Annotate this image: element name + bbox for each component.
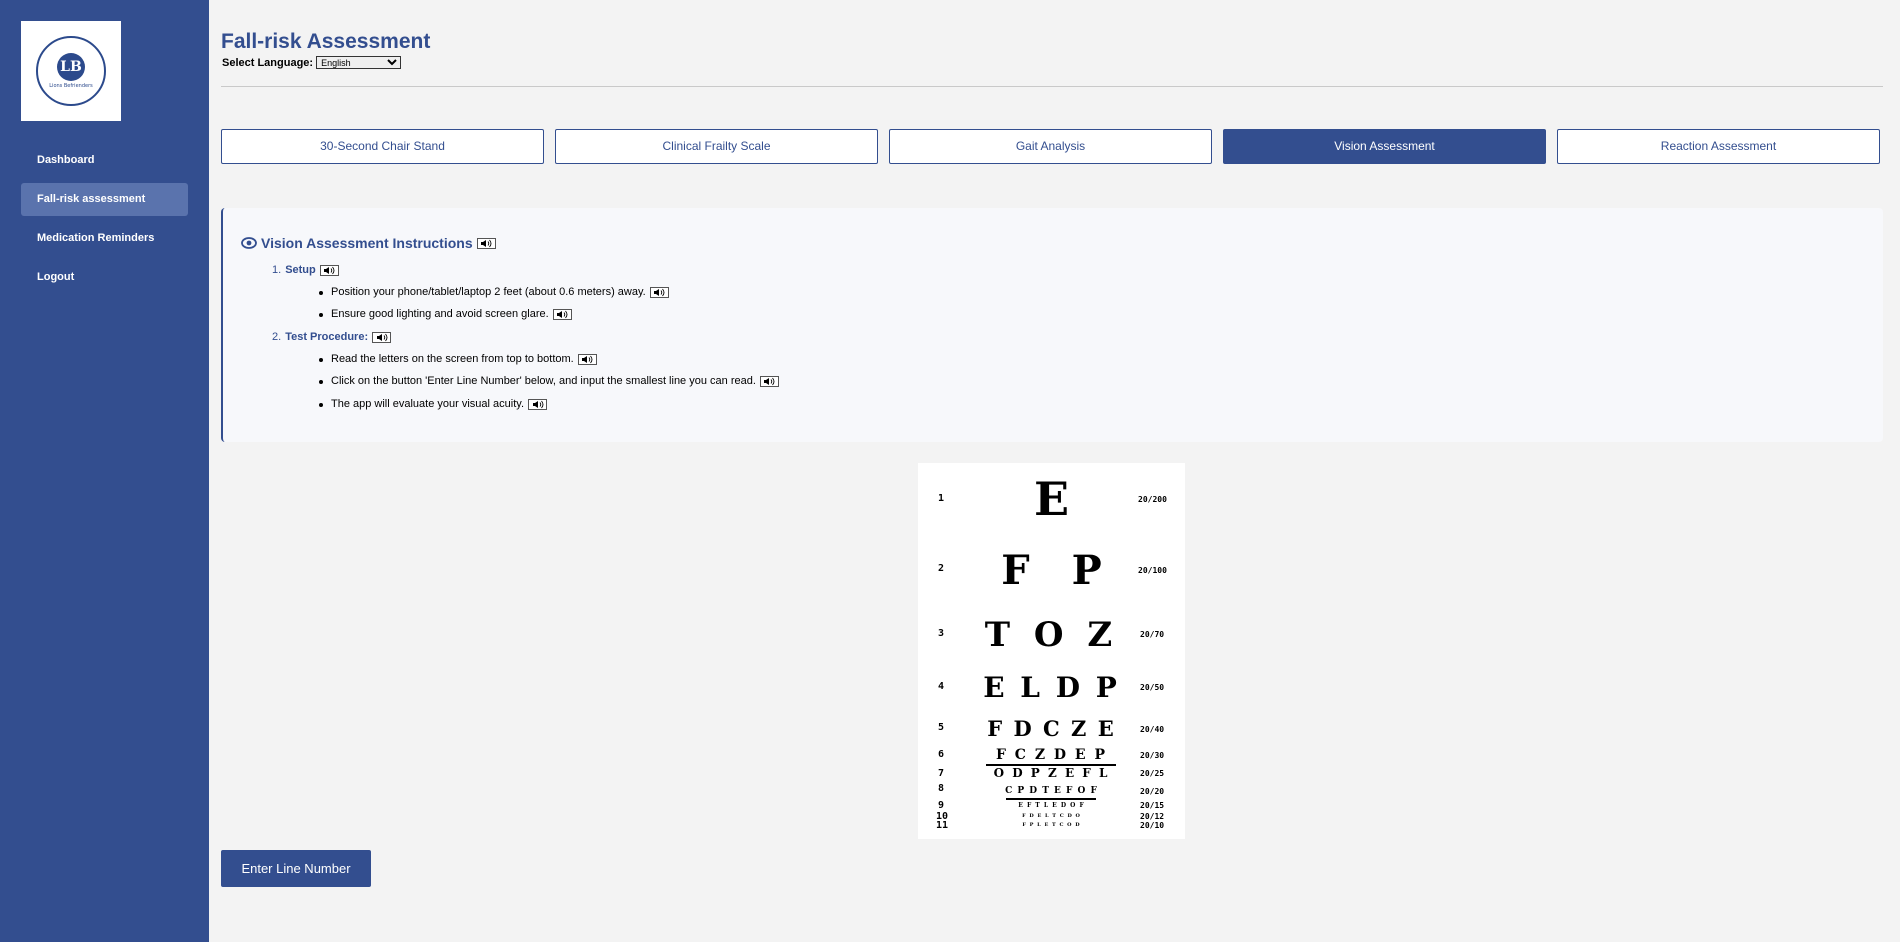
row-acuity: 20/10: [1140, 821, 1165, 830]
chart-divider-line: [1006, 798, 1096, 800]
language-row: Select Language: English: [222, 56, 402, 69]
row-acuity: 20/70: [1140, 630, 1165, 639]
bullet-text: Click on the button 'Enter Line Number' …: [331, 375, 756, 387]
bullet-text: Read the letters on the screen from top …: [331, 353, 574, 365]
speaker-button[interactable]: [528, 398, 548, 410]
instruction-bullet: The app will evaluate your visual acuity…: [318, 398, 548, 410]
row-acuity: 20/50: [1140, 683, 1165, 692]
eye-icon: [241, 237, 257, 249]
chart-row-1: 1 E 20/200: [918, 476, 1185, 522]
chart-row-6: 6 F C Z D E P 20/30: [918, 747, 1185, 763]
chart-row-11: 11 F P L E T C O D 20/10: [918, 820, 1185, 831]
header-divider: [221, 86, 1883, 87]
chart-row-4: 4 E L D P 20/50: [918, 673, 1185, 703]
language-label: Select Language:: [222, 56, 314, 69]
speaker-icon: [557, 310, 568, 318]
chart-row-3: 3 T O Z 20/70: [918, 618, 1185, 652]
sidebar-item-medication-reminders[interactable]: Medication Reminders: [21, 222, 188, 255]
tab-reaction-assessment[interactable]: Reaction Assessment: [1557, 129, 1880, 164]
tab-gait-analysis[interactable]: Gait Analysis: [889, 129, 1212, 164]
instruction-bullet: Read the letters on the screen from top …: [319, 353, 597, 365]
speaker-button[interactable]: [577, 353, 597, 365]
speaker-icon: [324, 266, 335, 274]
step-setup: 1. Setup: [272, 264, 339, 276]
chart-row-9: 9 E F T L E D O F 20/15: [918, 800, 1185, 811]
tab-vision-assessment[interactable]: Vision Assessment: [1223, 129, 1546, 164]
speaker-icon: [654, 288, 665, 296]
tab-clinical-frailty[interactable]: Clinical Frailty Scale: [555, 129, 878, 164]
row-acuity: 20/15: [1140, 801, 1165, 810]
sidebar-item-logout[interactable]: Logout: [21, 261, 188, 294]
row-acuity: 20/25: [1140, 769, 1165, 778]
speaker-icon: [764, 377, 775, 385]
language-select[interactable]: English: [316, 56, 402, 69]
bullet-text: Ensure good lighting and avoid screen gl…: [331, 308, 549, 320]
speaker-button-title[interactable]: [476, 237, 496, 249]
row-acuity: 20/20: [1140, 787, 1165, 796]
tab-chair-stand[interactable]: 30-Second Chair Stand: [221, 129, 544, 164]
row-acuity: 20/100: [1138, 566, 1167, 575]
speaker-icon: [532, 400, 543, 408]
sidebar: LB Lions Befrienders Dashboard Fall-risk…: [0, 0, 209, 942]
sidebar-item-fall-risk-assessment[interactable]: Fall-risk assessment: [21, 183, 188, 216]
chart-row-8: 8 C P D T E F O F 20/20: [918, 783, 1185, 797]
instruction-bullet: Ensure good lighting and avoid screen gl…: [319, 308, 572, 320]
speaker-button-test-procedure[interactable]: [372, 331, 392, 343]
enter-line-number-button[interactable]: Enter Line Number: [221, 850, 371, 887]
instructions-panel: Vision Assessment Instructions 1. Setup …: [221, 208, 1883, 442]
sidebar-nav: Dashboard Fall-risk assessment Medicatio…: [21, 144, 188, 300]
row-acuity: 20/40: [1140, 725, 1165, 734]
speaker-button[interactable]: [552, 308, 572, 320]
row-acuity: 20/200: [1138, 495, 1167, 504]
logo-monogram: LB: [57, 53, 85, 81]
step-number: 2.: [272, 331, 282, 343]
instructions-heading: Vision Assessment Instructions: [241, 235, 496, 251]
bullet-text: Position your phone/tablet/laptop 2 feet…: [331, 286, 646, 298]
bullet-text: The app will evaluate your visual acuity…: [331, 398, 525, 410]
chart-row-7: 7 O D P Z E F L 20/25: [918, 766, 1185, 780]
step-number: 1.: [272, 264, 282, 276]
chart-row-5: 5 F D C Z E 20/40: [918, 718, 1185, 740]
logo-text: Lions Befrienders: [49, 83, 93, 89]
speaker-button[interactable]: [759, 375, 779, 387]
instruction-bullet: Position your phone/tablet/laptop 2 feet…: [319, 286, 669, 298]
logo[interactable]: LB Lions Befrienders: [21, 21, 121, 121]
step-label: Setup: [285, 264, 316, 276]
step-label: Test Procedure:: [285, 331, 369, 343]
step-test-procedure: 2. Test Procedure:: [272, 331, 392, 343]
logo-seal: LB Lions Befrienders: [36, 36, 106, 106]
snellen-eye-chart: 1 E 20/200 2 F P 20/100 3 T O Z 20/70 4 …: [918, 463, 1185, 839]
speaker-button-setup[interactable]: [319, 264, 339, 276]
page-title: Fall-risk Assessment: [221, 30, 431, 53]
row-acuity: 20/30: [1140, 751, 1165, 760]
speaker-button[interactable]: [649, 286, 669, 298]
chart-row-2: 2 F P 20/100: [918, 551, 1185, 591]
sidebar-item-dashboard[interactable]: Dashboard: [21, 144, 188, 177]
instructions-title: Vision Assessment Instructions: [261, 235, 473, 251]
assessment-tabs: 30-Second Chair Stand Clinical Frailty S…: [221, 129, 1880, 164]
speaker-icon: [376, 333, 388, 341]
instruction-bullet: Click on the button 'Enter Line Number' …: [319, 375, 779, 387]
speaker-icon: [481, 239, 492, 247]
speaker-icon: [582, 355, 593, 363]
